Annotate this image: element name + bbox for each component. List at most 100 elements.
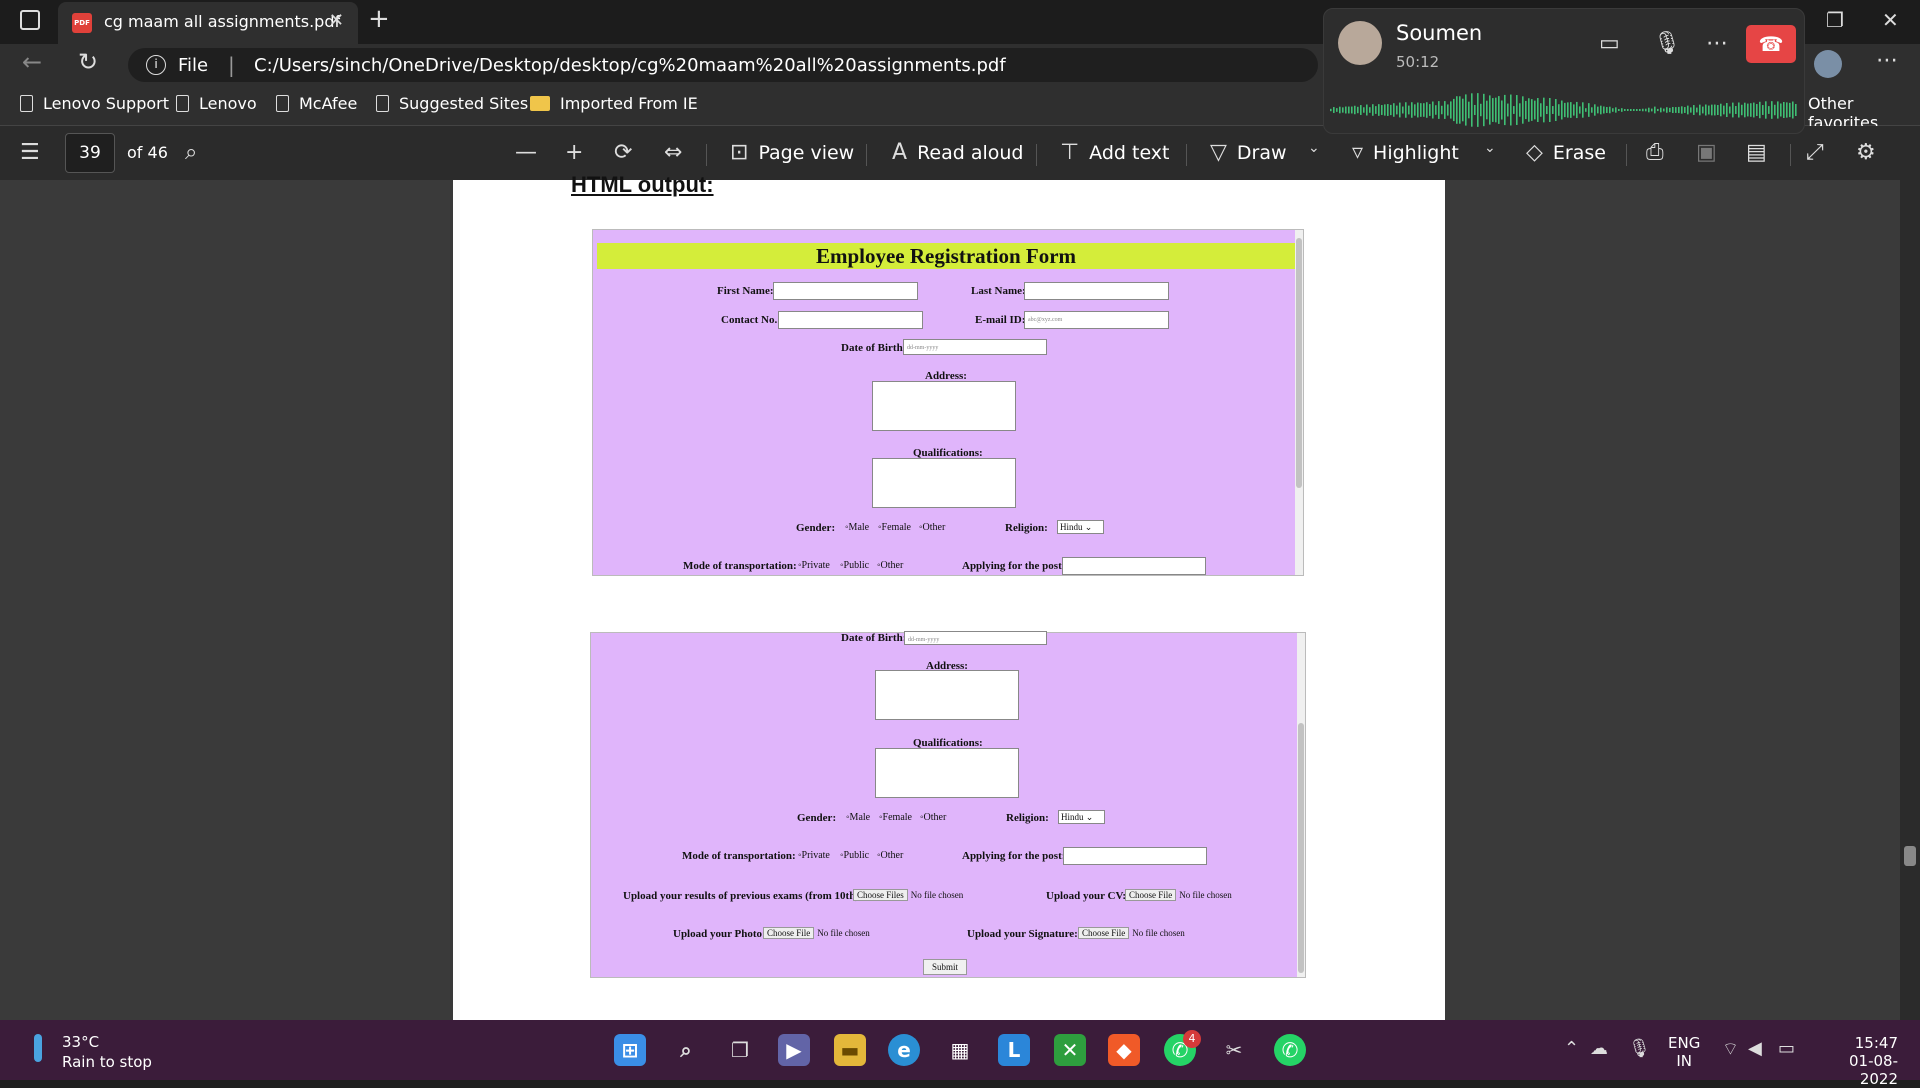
waveform-bar	[1657, 108, 1659, 112]
add-text-button[interactable]: ⊤ Add text	[1060, 140, 1170, 165]
page-number-input[interactable]: 39	[65, 133, 115, 173]
waveform-bar	[1417, 102, 1419, 118]
favorite-lenovo-support[interactable]: Lenovo Support	[20, 94, 169, 113]
task-view-icon[interactable]: ❐	[724, 1034, 756, 1066]
show-hidden-icons-chevron-icon[interactable]: ⌃	[1564, 1038, 1579, 1059]
waveform-bar	[1717, 105, 1719, 115]
waveform-bar	[1360, 105, 1362, 115]
reload-icon[interactable]: ↻	[78, 48, 98, 76]
waveform-bar	[1729, 106, 1731, 114]
more-options-icon[interactable]: ⋯	[1706, 31, 1728, 56]
zoom-in-icon[interactable]: +	[565, 140, 583, 165]
waveform-bar	[1708, 105, 1710, 115]
draw-label: Draw	[1236, 141, 1287, 164]
xbox-icon[interactable]: ✕	[1054, 1034, 1086, 1066]
page-view-button[interactable]: ⊡ Page view	[730, 140, 854, 165]
settings-gear-icon[interactable]: ⚙	[1856, 140, 1876, 165]
profile-avatar[interactable]	[1814, 50, 1842, 78]
back-icon[interactable]: ←	[22, 48, 42, 76]
post-label: Applying for the post:	[962, 850, 1066, 862]
form-title: Employee Registration Form	[597, 243, 1295, 269]
waveform-bar	[1576, 101, 1578, 119]
erase-button[interactable]: ◇ Erase	[1526, 140, 1606, 165]
microphone-icon[interactable]: 🎙	[1653, 31, 1681, 56]
waveform-bar	[1765, 101, 1767, 119]
edge-icon[interactable]: e	[888, 1034, 920, 1066]
close-tab-icon[interactable]: ✕	[329, 10, 344, 31]
draw-options-chevron-icon[interactable]: ⌄	[1308, 140, 1320, 156]
call-overlay[interactable]: Soumen 50:12 ▭ 🎙 ⋯ ☎	[1323, 8, 1805, 134]
favorite-label: Imported From IE	[560, 94, 698, 113]
highlight-options-chevron-icon[interactable]: ⌄	[1484, 140, 1496, 156]
file-explorer-icon[interactable]: ▬	[834, 1034, 866, 1066]
radio-label: Male	[848, 522, 870, 533]
highlight-button[interactable]: ▿ Highlight	[1352, 140, 1459, 165]
waveform-bar	[1570, 102, 1572, 118]
waveform-bar	[1618, 109, 1620, 111]
save-icon[interactable]: ▣	[1696, 140, 1717, 165]
new-tab-button[interactable]: +	[368, 4, 390, 34]
tab-pdf[interactable]: PDF cg maam all assignments.pdf ✕	[58, 2, 358, 44]
fullscreen-icon[interactable]: ⤢	[1806, 140, 1824, 165]
last-name-field	[1024, 282, 1169, 300]
waveform-bar	[1672, 106, 1674, 114]
waveform-bar	[1702, 106, 1704, 114]
dob-field: dd-mm-yyyy	[904, 631, 1047, 645]
save-as-icon[interactable]: ▤	[1746, 140, 1767, 165]
teams-chat-icon[interactable]: ▶	[778, 1034, 810, 1066]
search-icon[interactable]: ⌕	[670, 1034, 702, 1066]
pdf-viewer[interactable]: HTML output: Employee Registration Form …	[0, 172, 1920, 1020]
read-aloud-button[interactable]: A Read aloud	[892, 140, 1024, 165]
viewer-scrollbar-thumb[interactable]	[1904, 846, 1916, 866]
snipping-tool-icon[interactable]: ✂	[1218, 1034, 1250, 1066]
end-call-button[interactable]: ☎	[1746, 25, 1796, 63]
waveform-bar	[1696, 107, 1698, 113]
waveform-bar	[1564, 102, 1566, 118]
brave-icon[interactable]: ◆	[1108, 1034, 1140, 1066]
viewer-scrollbar[interactable]	[1900, 180, 1920, 1020]
contents-icon[interactable]: ☰	[20, 140, 40, 165]
whatsapp-icon[interactable]: ✆	[1274, 1034, 1306, 1066]
favorite-lenovo[interactable]: Lenovo	[176, 94, 257, 113]
waveform-bar	[1501, 100, 1503, 120]
address-bar[interactable]: i File | C:/Users/sinch/OneDrive/Desktop…	[128, 48, 1318, 82]
eraser-icon: ◇	[1526, 140, 1543, 165]
waveform-bar	[1648, 107, 1650, 113]
waveform-bar	[1597, 106, 1599, 114]
tab-actions-icon[interactable]	[20, 10, 40, 30]
onedrive-cloud-icon[interactable]: ☁	[1590, 1038, 1608, 1059]
favorite-suggested-sites[interactable]: Suggested Sites	[376, 94, 528, 113]
zoom-out-icon[interactable]: —	[515, 140, 537, 165]
waveform-bar	[1552, 106, 1554, 114]
restore-window-icon[interactable]: ❐	[1826, 8, 1844, 32]
no-file-text: No file chosen	[1132, 928, 1185, 938]
favorite-imported-from-ie[interactable]: Imported From IE	[530, 94, 698, 113]
last-name-label: Last Name:	[971, 285, 1026, 297]
waveform-bar	[1513, 106, 1515, 114]
search-icon[interactable]: ⌕	[185, 140, 197, 165]
lenovo-vantage-icon[interactable]: L	[998, 1034, 1030, 1066]
start-windows-icon[interactable]: ⊞	[614, 1034, 646, 1066]
read-aloud-icon: A	[892, 140, 908, 165]
address-url[interactable]: C:/Users/sinch/OneDrive/Desktop/desktop/…	[254, 55, 1006, 76]
language-indicator[interactable]: ENG IN	[1668, 1034, 1700, 1070]
microphone-icon[interactable]: 🎙	[1628, 1038, 1651, 1059]
fit-width-icon[interactable]: ⇔	[664, 140, 682, 165]
waveform-bar	[1402, 106, 1404, 114]
favorite-mcafee[interactable]: McAfee	[276, 94, 357, 113]
wifi-icon[interactable]: ⌔	[1722, 1038, 1739, 1061]
waveform-bar	[1585, 108, 1587, 112]
info-icon[interactable]: i	[146, 55, 166, 75]
close-window-icon[interactable]: ✕	[1882, 8, 1899, 32]
weather-widget[interactable]: 33°C Rain to stop	[62, 1032, 152, 1072]
waveform-bar	[1795, 104, 1797, 116]
rotate-icon[interactable]: ⟳	[614, 140, 632, 165]
battery-icon[interactable]: ▭	[1778, 1038, 1795, 1059]
more-menu-icon[interactable]: ⋯	[1876, 48, 1898, 73]
microsoft-store-icon[interactable]: ▦	[944, 1034, 976, 1066]
print-icon[interactable]: ⎙	[1646, 140, 1664, 165]
video-camera-icon[interactable]: ▭	[1599, 31, 1620, 56]
waveform-bar	[1666, 107, 1668, 113]
volume-icon[interactable]: ◀	[1748, 1038, 1762, 1059]
draw-button[interactable]: ▽ Draw	[1210, 140, 1287, 165]
